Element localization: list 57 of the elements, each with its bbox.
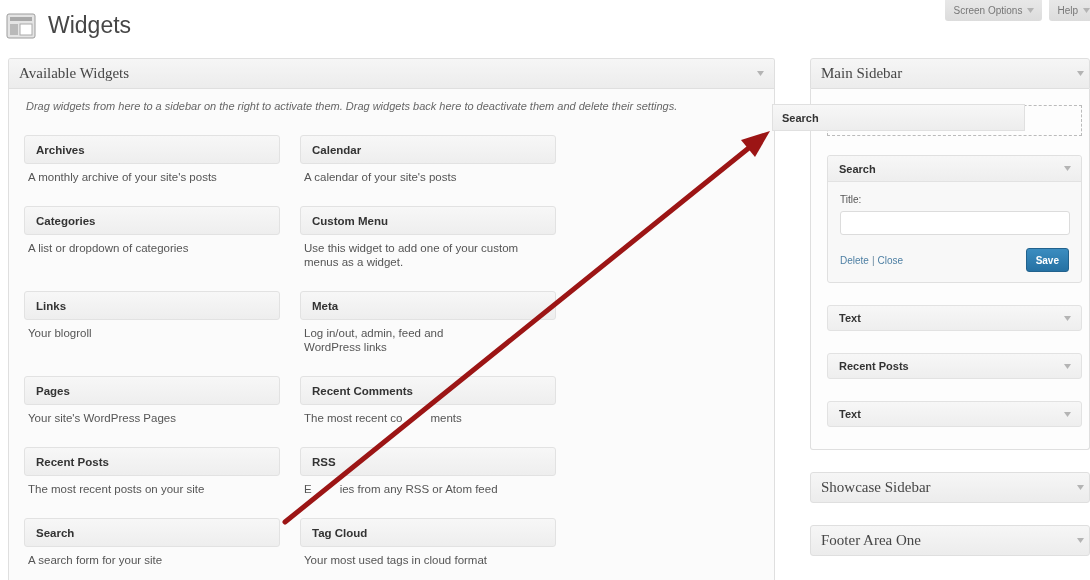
dragged-widget[interactable]: Search	[772, 104, 1025, 131]
widget-description: The most recent co ments	[303, 411, 463, 425]
widget-item[interactable]: RSS	[300, 447, 556, 476]
caret-icon	[1064, 411, 1071, 417]
widget-item[interactable]: Tag Cloud	[300, 518, 556, 547]
sidebar-title: Showcase Sidebar	[821, 479, 931, 496]
caret-icon	[1064, 363, 1071, 369]
widget-item[interactable]: Recent Comments	[300, 376, 556, 405]
widget-description: E ies from any RSS or Atom feed	[303, 482, 499, 496]
caret-icon	[1083, 8, 1090, 13]
widget-description: Your most used tags in cloud format	[303, 553, 489, 567]
widget-action-link[interactable]: Delete	[840, 254, 869, 266]
widget-item[interactable]: Search	[24, 518, 280, 547]
field-label: Title:	[840, 194, 863, 205]
widget-action-link[interactable]: Close	[877, 254, 904, 266]
title-input[interactable]	[840, 211, 1070, 235]
widgets-icon	[6, 12, 36, 39]
caret-icon	[1077, 71, 1084, 76]
sidebar-header[interactable]: Main Sidebar	[810, 58, 1090, 89]
widget-item[interactable]: Recent Posts	[827, 353, 1082, 379]
widget-item[interactable]: Text	[827, 305, 1082, 331]
save-button[interactable]: Save	[1025, 248, 1069, 272]
widget-description: A list or dropdown of categories	[27, 241, 190, 255]
widget-description: Use this widget to add one of your custom menus as a widget.	[303, 241, 520, 269]
header-tab-button[interactable]: Screen Options	[945, 0, 1043, 21]
widget-item[interactable]: Categories	[24, 206, 280, 235]
caret-icon	[1077, 538, 1084, 543]
caret-icon	[1064, 166, 1071, 171]
caret-icon	[757, 71, 764, 76]
widget-description: A calendar of your site's posts	[303, 170, 458, 184]
panel-title: Available Widgets	[19, 65, 130, 82]
widget-item[interactable]: Text	[827, 401, 1082, 427]
header-tab-button[interactable]: Help	[1049, 0, 1090, 21]
link-separator: |	[871, 254, 875, 266]
widget-item[interactable]: Archives	[24, 135, 280, 164]
widget-description: A search form for your site	[27, 553, 164, 567]
widget-description: Your site's WordPress Pages	[27, 411, 177, 425]
sidebar-title: Footer Area One	[821, 532, 921, 549]
widget-description: The most recent posts on your site	[27, 482, 206, 496]
sidebar-header[interactable]: Footer Area One	[810, 525, 1090, 556]
widget-item[interactable]: Meta	[300, 291, 556, 320]
widget-item[interactable]: Calendar	[300, 135, 556, 164]
widget-description: A monthly archive of your site's posts	[27, 170, 218, 184]
caret-icon	[1027, 8, 1035, 13]
panel-header[interactable]: Available Widgets	[9, 59, 774, 89]
caret-icon	[1064, 315, 1071, 321]
sidebar-header[interactable]: Showcase Sidebar	[810, 472, 1090, 503]
widget-description: Your blogroll	[27, 326, 93, 340]
caret-icon	[1077, 485, 1084, 490]
widget-item[interactable]: Pages	[24, 376, 280, 405]
page-title: Widgets	[48, 12, 132, 39]
widget-item[interactable]: Links	[24, 291, 280, 320]
widget-description: Log in/out, admin, feed and WordPress links	[303, 326, 445, 354]
widget-item[interactable]: Recent Posts	[24, 447, 280, 476]
sidebar-title: Main Sidebar	[821, 65, 903, 82]
widget-item[interactable]: Custom Menu	[300, 206, 556, 235]
instructions-text: Drag widgets from here to a sidebar on the right to activate them. Drag widgets back here to deactivate them and delete their settings.	[26, 99, 679, 113]
